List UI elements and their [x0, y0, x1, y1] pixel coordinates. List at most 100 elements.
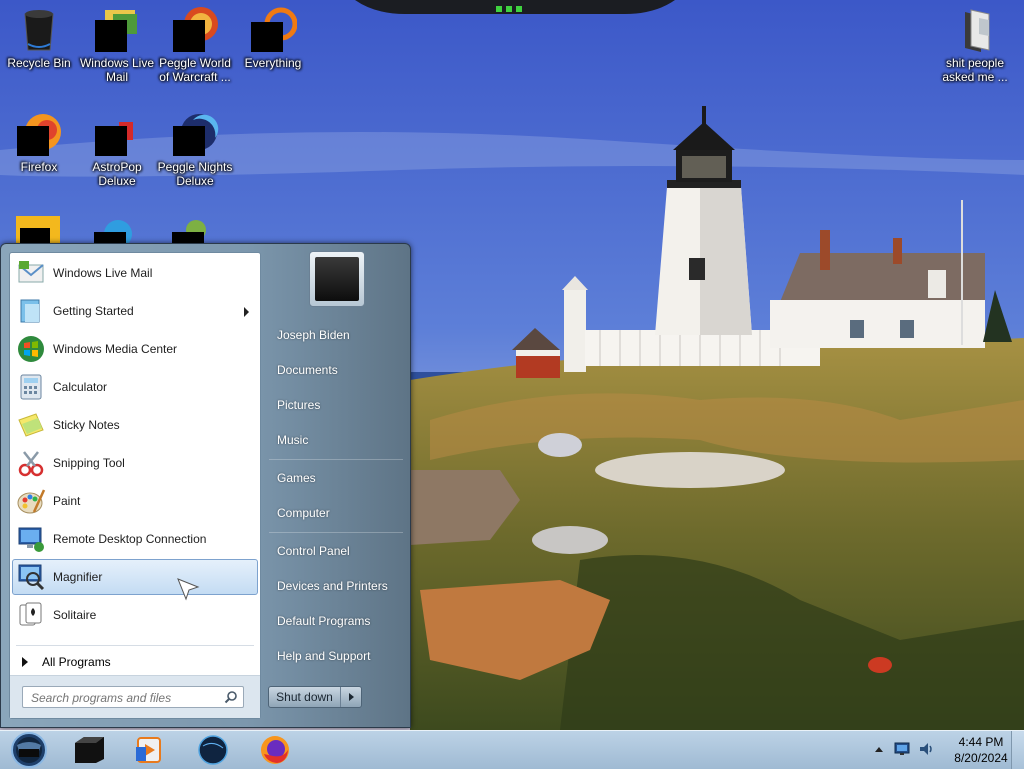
scissors-icon: [15, 447, 47, 479]
desktop-icon-label: Peggle Nights Deluxe: [157, 160, 233, 188]
network-icon[interactable]: [894, 742, 910, 756]
desktop-icon-folder[interactable]: shit people asked me ...: [936, 0, 1014, 84]
peggle-nights-icon: [171, 110, 219, 158]
desktop-icon-partial-2[interactable]: [92, 214, 140, 248]
show-hidden-icons-icon[interactable]: [874, 745, 884, 753]
media-player-icon: [136, 737, 161, 763]
desktop-icon-label: Firefox: [20, 160, 58, 174]
start-right-help-and-support[interactable]: Help and Support: [267, 641, 407, 671]
divider: [269, 459, 403, 460]
clock-date: 8/20/2024: [954, 751, 1008, 765]
everything-search-icon: [249, 6, 298, 54]
desktop-icon-peggle-nights-deluxe[interactable]: Peggle Nights Deluxe: [156, 104, 234, 188]
search-icon[interactable]: [224, 690, 238, 704]
taskbar-media-player[interactable]: [124, 733, 174, 767]
start-item-label: Magnifier: [53, 570, 103, 584]
start-item-label: Remote Desktop Connection: [53, 532, 207, 546]
sticky-notes-icon: [15, 409, 47, 441]
shutdown-label: Shut down: [276, 690, 333, 704]
desktop-icon-partial-1[interactable]: [14, 214, 62, 244]
taskbar-app[interactable]: [64, 733, 114, 767]
app-icon: [75, 737, 104, 763]
clock[interactable]: 4:44 PM 8/20/2024: [948, 734, 1014, 766]
desktop-icon-label: AstroPop Deluxe: [92, 160, 142, 188]
start-right-documents[interactable]: Documents: [267, 355, 407, 385]
folder-icon: [951, 6, 999, 54]
calculator-icon: [15, 371, 47, 403]
desktop-icon-recycle-bin[interactable]: Recycle Bin: [0, 0, 78, 70]
submenu-arrow-icon[interactable]: [244, 307, 249, 317]
desktop-icon-label: shit people asked me ...: [942, 56, 1008, 84]
desktop-icon-partial-3[interactable]: [170, 214, 218, 244]
start-item-windows-media-center[interactable]: Windows Media Center: [12, 331, 258, 367]
start-right-control-panel[interactable]: Control Panel: [267, 536, 407, 566]
start-item-label: Sticky Notes: [53, 418, 120, 432]
desktop-icon-peggle-world-of-warcraft[interactable]: Peggle World of Warcraft ...: [156, 0, 234, 84]
desktop-icon-everything[interactable]: Everything: [234, 0, 312, 70]
user-picture[interactable]: [309, 251, 365, 307]
start-menu: Windows Live Mail Getting Started Window…: [0, 243, 411, 728]
globe-icon: [198, 735, 228, 765]
start-item-snipping-tool[interactable]: Snipping Tool: [12, 445, 258, 481]
app-icon: [16, 216, 60, 244]
peggle-icon: [171, 6, 219, 54]
start-item-windows-live-mail[interactable]: Windows Live Mail: [12, 255, 258, 291]
divider: [269, 532, 403, 533]
start-right-games[interactable]: Games: [267, 463, 407, 493]
taskbar-globe[interactable]: [188, 733, 238, 767]
globe-icon: [94, 220, 132, 248]
mail-icon: [15, 257, 47, 289]
desktop-icon-label: Peggle World of Warcraft ...: [159, 56, 231, 84]
taskbar-firefox[interactable]: [250, 733, 300, 767]
start-orb-icon[interactable]: [5, 731, 49, 769]
start-item-label: Getting Started: [53, 304, 134, 318]
show-desktop-button[interactable]: [1011, 731, 1024, 769]
mouse-cursor-icon: [177, 578, 200, 601]
system-tray: 4:44 PM 8/20/2024: [864, 731, 1024, 769]
desktop-icon-windows-live-mail[interactable]: Windows Live Mail: [78, 0, 156, 84]
mail-icon: [93, 6, 141, 54]
shutdown-options-arrow-icon[interactable]: [340, 687, 361, 707]
start-item-sticky-notes[interactable]: Sticky Notes: [12, 407, 258, 443]
triangle-right-icon: [22, 657, 28, 667]
recycle-bin-icon: [15, 6, 63, 54]
start-right-devices-and-printers[interactable]: Devices and Printers: [267, 571, 407, 601]
start-item-magnifier[interactable]: Magnifier: [12, 559, 258, 595]
search-box[interactable]: [22, 686, 244, 708]
desktop-icon-label: Windows Live Mail: [79, 56, 155, 84]
desktop-icon-label: Everything: [244, 56, 302, 70]
start-right-music[interactable]: Music: [267, 425, 407, 455]
app-icon: [172, 220, 206, 244]
search-input[interactable]: [29, 688, 223, 708]
search-area: [10, 675, 260, 718]
start-right-pictures[interactable]: Pictures: [267, 390, 407, 420]
start-item-remote-desktop-connection[interactable]: Remote Desktop Connection: [12, 521, 258, 557]
desktop-icon-label: Recycle Bin: [7, 56, 71, 70]
start-item-getting-started[interactable]: Getting Started: [12, 293, 258, 329]
clock-time: 4:44 PM: [958, 735, 1004, 749]
desktop-icon-firefox[interactable]: Firefox: [0, 104, 78, 174]
all-programs-label: All Programs: [42, 655, 111, 669]
firefox-icon: [15, 110, 63, 158]
start-item-paint[interactable]: Paint: [12, 483, 258, 519]
start-item-label: Windows Live Mail: [53, 266, 153, 280]
magnifier-icon: [15, 561, 47, 593]
start-item-label: Snipping Tool: [53, 456, 125, 470]
paint-palette-icon: [15, 485, 47, 517]
astropop-icon: [93, 110, 141, 158]
start-right-user[interactable]: Joseph Biden: [267, 320, 407, 350]
start-item-label: Calculator: [53, 380, 108, 394]
firefox-icon: [261, 736, 289, 764]
start-item-solitaire[interactable]: Solitaire: [12, 597, 258, 633]
speaker-icon[interactable]: [918, 741, 934, 757]
start-right-computer[interactable]: Computer: [267, 498, 407, 528]
desktop-icon-astropop-deluxe[interactable]: AstroPop Deluxe: [78, 104, 156, 188]
start-item-label: Solitaire: [53, 608, 97, 622]
taskbar: 4:44 PM 8/20/2024: [0, 730, 1024, 769]
start-right-default-programs[interactable]: Default Programs: [267, 606, 407, 636]
all-programs-button[interactable]: All Programs: [16, 649, 256, 675]
start-item-calculator[interactable]: Calculator: [12, 369, 258, 405]
playing-cards-icon: [15, 599, 47, 631]
shutdown-button[interactable]: Shut down: [268, 686, 362, 708]
start-menu-programs-pane: Windows Live Mail Getting Started Window…: [9, 252, 261, 719]
